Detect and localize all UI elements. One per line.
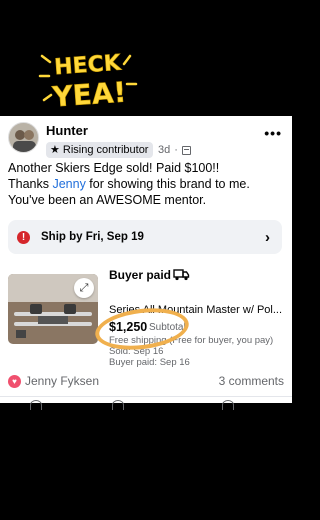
reactions-row: ♥ Jenny Fyksen 3 comments — [8, 374, 284, 390]
avatar[interactable] — [8, 122, 39, 153]
item-thumbnail[interactable]: ⤢ — [8, 274, 98, 344]
post-header: Hunter ★ Rising contributor 3d · ••• — [8, 122, 284, 160]
sold-item[interactable]: ⤢ Buyer paid Series All Mountain Master … — [8, 264, 292, 370]
chevron-right-icon: › — [265, 229, 270, 246]
post-text-line2: Thanks Jenny for showing this brand to m… — [8, 176, 284, 208]
action-bar — [0, 396, 292, 410]
ship-by-label: Ship by Fri, Sep 19 — [41, 231, 144, 243]
heart-icon: ♥ — [8, 375, 21, 388]
price-highlight-circle — [92, 303, 192, 355]
expand-icon[interactable]: ⤢ — [74, 278, 94, 298]
badge-label: Rising contributor — [62, 144, 149, 156]
star-icon: ★ — [50, 143, 60, 156]
mention-link[interactable]: Jenny — [52, 177, 85, 191]
more-icon[interactable]: ••• — [264, 125, 282, 141]
meta-separator: · — [174, 144, 178, 156]
like-icon[interactable] — [30, 400, 42, 410]
ship-by-banner[interactable]: ! Ship by Fri, Sep 19 › — [8, 220, 282, 254]
item-status: Buyer paid — [109, 268, 172, 282]
share-icon[interactable] — [222, 400, 234, 410]
post-text-thanks: Thanks — [8, 177, 53, 191]
calendar-icon — [181, 145, 191, 155]
sticker-line2: YEA! — [50, 75, 127, 113]
post-text-line1: Another Skiers Edge sold! Paid $100!! — [8, 161, 220, 175]
comment-icon[interactable] — [112, 400, 124, 410]
author-name[interactable]: Hunter — [46, 123, 88, 138]
reactor-name[interactable]: Jenny Fyksen — [25, 374, 99, 388]
timestamp[interactable]: 3d — [158, 144, 170, 156]
alert-icon: ! — [17, 231, 30, 244]
contributor-badge[interactable]: ★ Rising contributor — [46, 142, 154, 158]
truck-icon — [173, 269, 190, 281]
comments-count[interactable]: 3 comments — [219, 374, 284, 388]
heck-yea-sticker: HECK YEA! — [38, 50, 138, 114]
post-card: Hunter ★ Rising contributor 3d · ••• Ano… — [0, 116, 292, 410]
buyer-paid-date: Buyer paid: Sep 16 — [109, 357, 190, 368]
post-text: Another Skiers Edge sold! Paid $100!! Th… — [8, 160, 284, 208]
post-meta: 3d · — [158, 144, 191, 156]
